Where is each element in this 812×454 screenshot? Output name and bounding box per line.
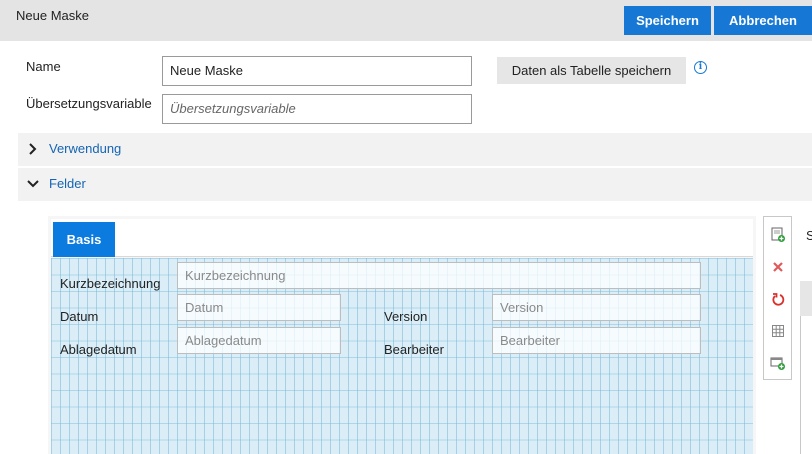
- right-panel-header: [800, 281, 812, 316]
- cancel-button[interactable]: Abbrechen: [714, 6, 812, 35]
- field-date[interactable]: Datum: [177, 294, 341, 321]
- field-label-short: Kurzbezeichnung: [60, 276, 161, 291]
- field-short[interactable]: Kurzbezeichnung: [177, 262, 701, 289]
- translation-label: Übersetzungsvariable: [26, 96, 152, 111]
- page-title: Neue Maske: [16, 8, 89, 23]
- section-fields[interactable]: Felder: [18, 168, 812, 201]
- save-button[interactable]: Speichern: [624, 6, 711, 35]
- name-input[interactable]: Neue Maske: [162, 56, 472, 86]
- add-field-icon[interactable]: [764, 347, 791, 379]
- info-icon[interactable]: i: [694, 61, 707, 74]
- undo-icon[interactable]: [764, 283, 791, 315]
- field-label-version: Version: [384, 309, 428, 324]
- designer-tab-strip: [51, 219, 753, 257]
- translation-input[interactable]: Übersetzungsvariable: [162, 94, 472, 124]
- chevron-right-icon: [29, 143, 37, 155]
- section-usage[interactable]: Verwendung: [18, 133, 812, 166]
- field-filed-date[interactable]: Ablagedatum: [177, 327, 341, 354]
- field-version[interactable]: Version: [492, 294, 701, 321]
- chevron-down-icon: [27, 180, 39, 188]
- delete-icon[interactable]: [764, 251, 791, 283]
- right-panel-label: S: [806, 228, 812, 243]
- field-label-date: Datum: [60, 309, 99, 324]
- grid-icon[interactable]: [764, 315, 791, 347]
- field-label-editor: Bearbeiter: [384, 342, 444, 357]
- top-bar: Neue Maske Speichern Abbrechen: [0, 0, 812, 41]
- section-usage-label: Verwendung: [49, 141, 122, 156]
- name-label: Name: [26, 59, 61, 74]
- designer-toolbar: [763, 216, 792, 380]
- section-fields-label: Felder: [49, 176, 86, 191]
- save-as-table-button[interactable]: Daten als Tabelle speichern: [497, 57, 686, 84]
- field-label-filed: Ablagedatum: [60, 342, 137, 357]
- field-editor[interactable]: Bearbeiter: [492, 327, 701, 354]
- add-page-icon[interactable]: [764, 219, 791, 251]
- tab-basis[interactable]: Basis: [53, 222, 115, 257]
